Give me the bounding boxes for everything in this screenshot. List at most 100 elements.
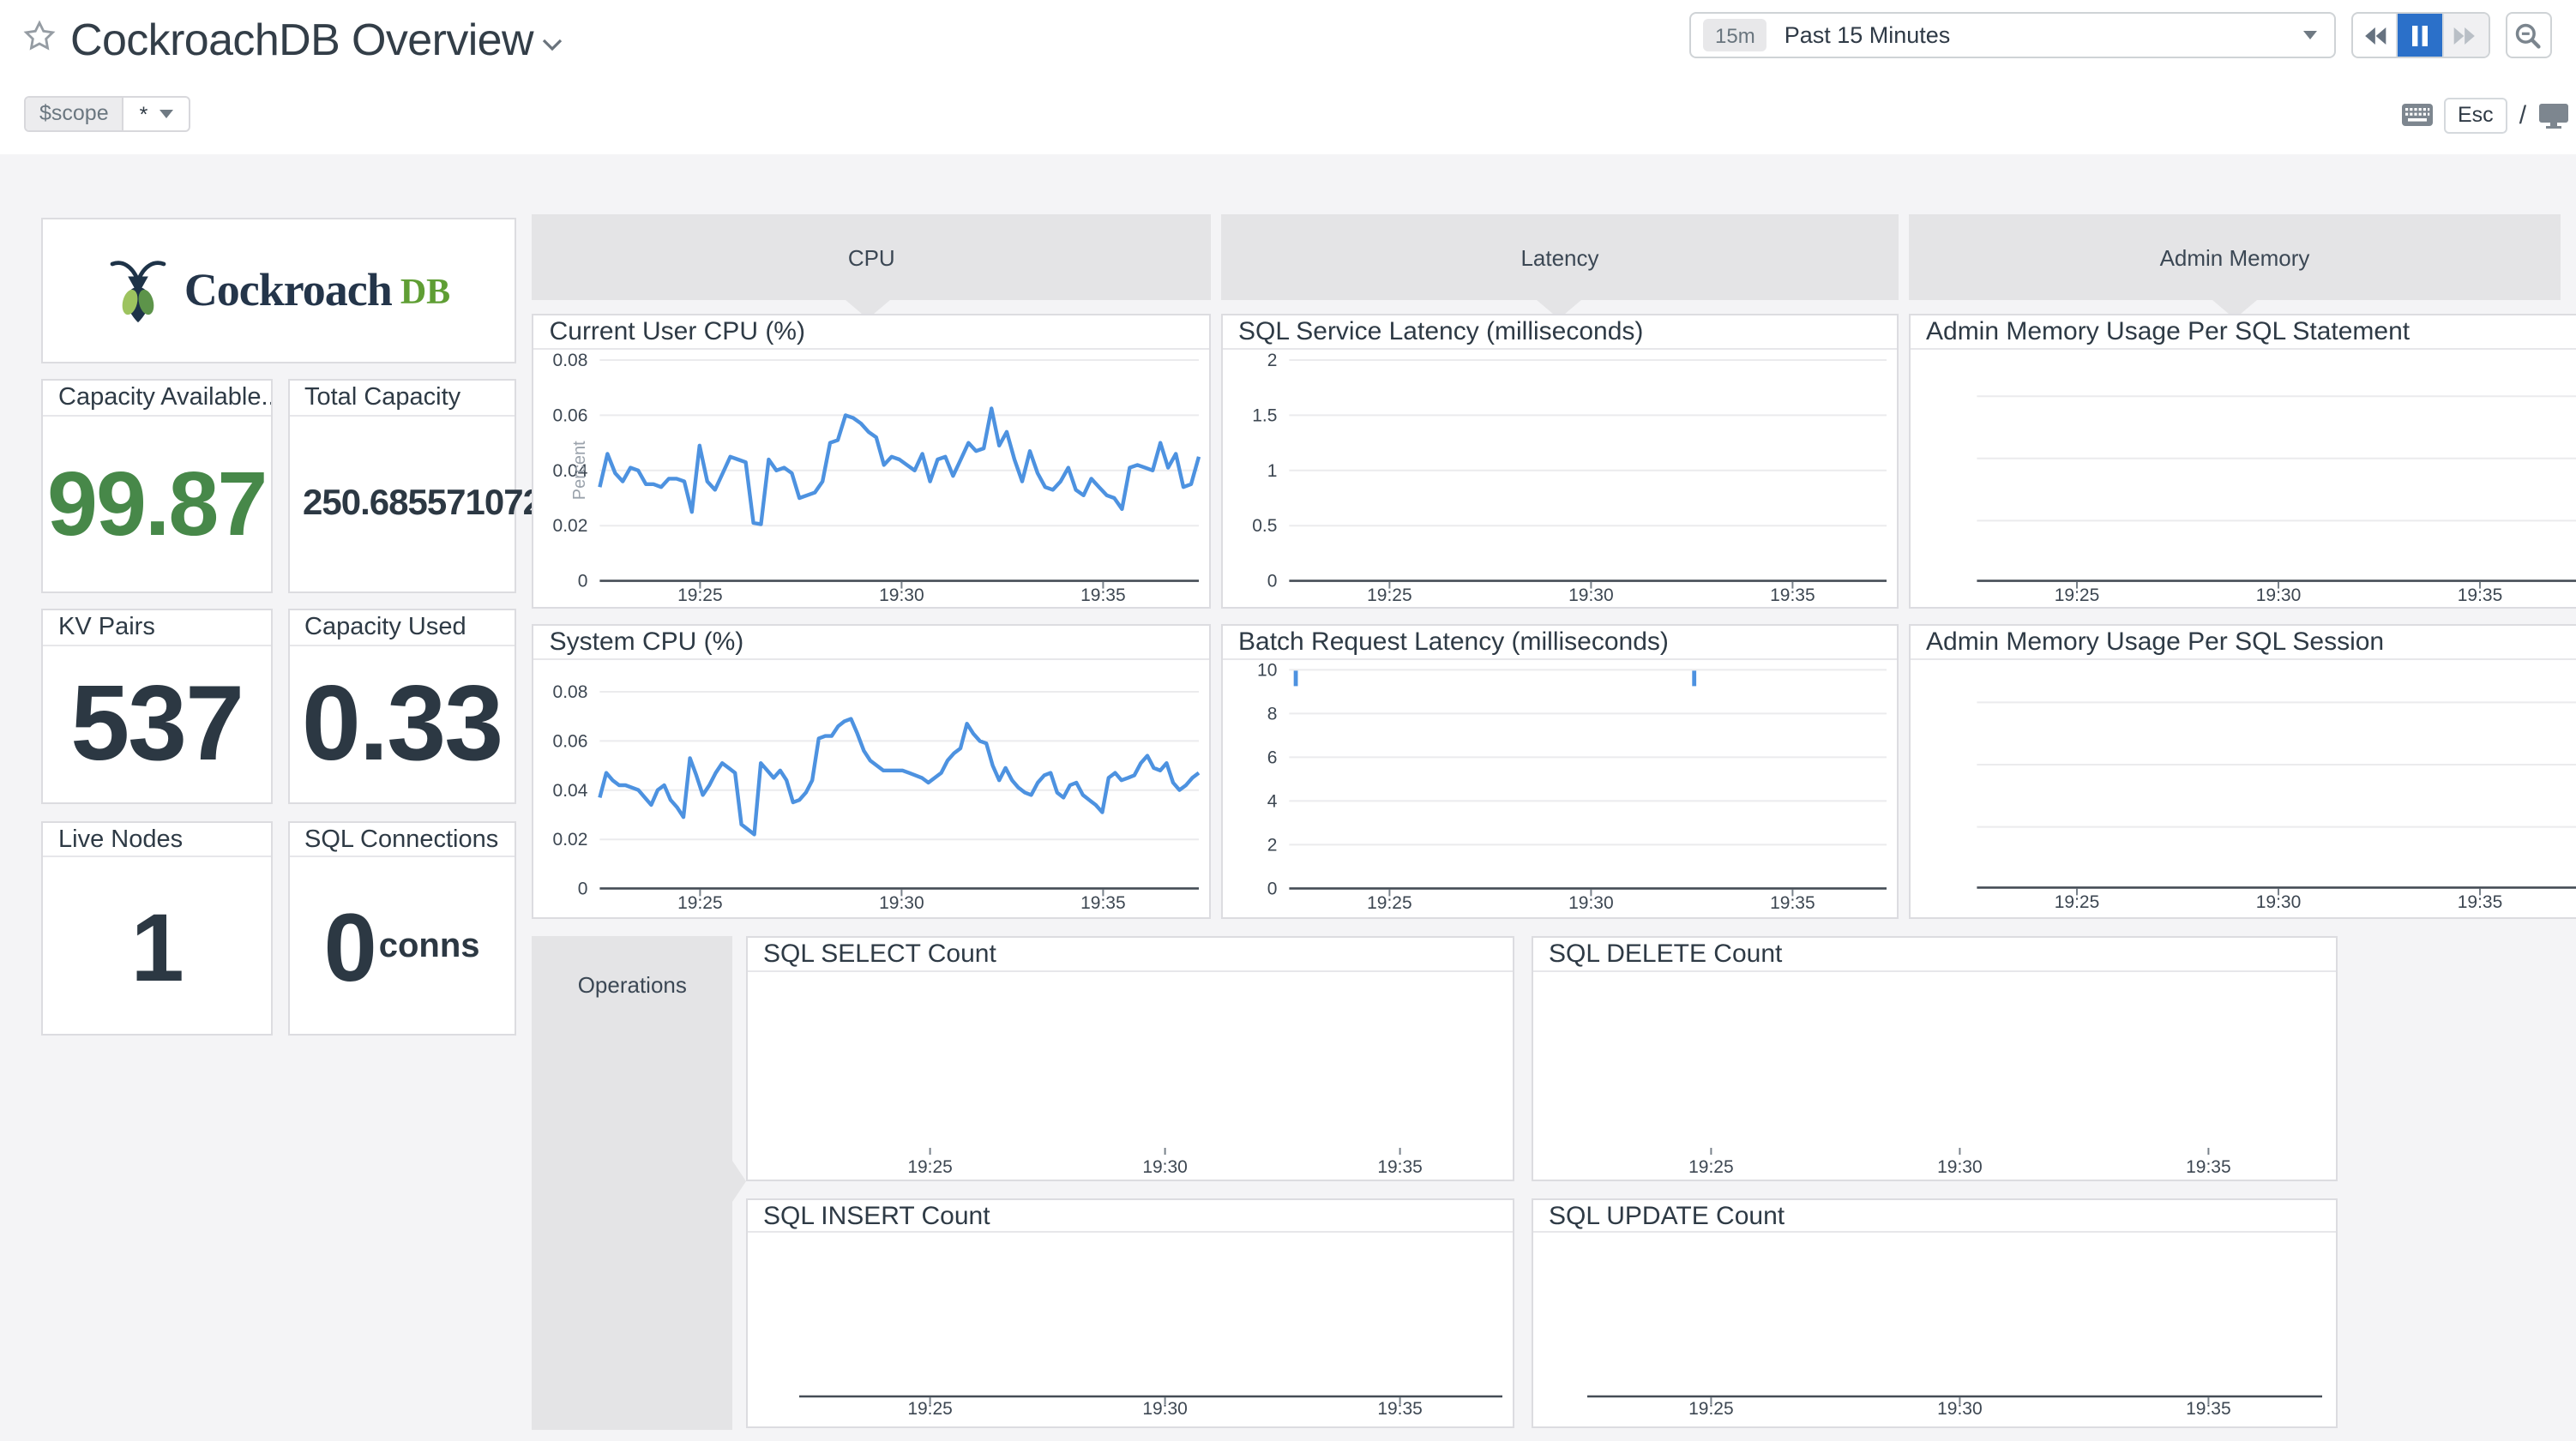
svg-text:19:25: 19:25 [678, 892, 724, 912]
group-header-admin-memory[interactable]: Admin Memory [1909, 214, 2561, 300]
svg-text:0.5: 0.5 [1252, 515, 1277, 535]
svg-text:0.02: 0.02 [553, 830, 588, 850]
time-range-label: Past 15 Minutes [1785, 22, 2303, 48]
svg-text:19:30: 19:30 [880, 585, 925, 604]
stat-card-sql-connections[interactable]: SQL Connections 0conns [287, 820, 516, 1036]
time-range-badge: 15m [1703, 19, 1767, 51]
chart-sql-insert-count[interactable]: SQL INSERT Count 19:2519:3019:35 [746, 1198, 1514, 1429]
favorite-star-icon[interactable] [22, 19, 57, 53]
chart-sql-delete-count[interactable]: SQL DELETE Count 19:2519:3019:35 [1532, 936, 2338, 1181]
svg-text:19:25: 19:25 [1688, 1156, 1734, 1176]
stat-card-capacity-available[interactable]: Capacity Available... 99.87 [41, 379, 272, 593]
svg-text:19:25: 19:25 [907, 1399, 953, 1419]
chart-sql-select-count[interactable]: SQL SELECT Count 19:2519:3019:35 [746, 936, 1514, 1181]
template-variable-name: $scope [26, 98, 124, 130]
fast-forward-icon [2453, 25, 2479, 45]
svg-text:0: 0 [1267, 879, 1278, 898]
svg-text:0: 0 [578, 571, 588, 591]
stat-value: 1 [43, 859, 270, 1034]
group-notch [732, 1161, 746, 1202]
svg-text:19:25: 19:25 [1367, 892, 1412, 912]
svg-text:0: 0 [1267, 571, 1278, 591]
caret-down-icon [159, 110, 173, 118]
svg-text:4: 4 [1267, 791, 1278, 811]
stat-card-capacity-used[interactable]: Capacity Used 0.33 [287, 609, 516, 804]
cockroachdb-logo-card[interactable]: Cockroach DB [41, 217, 516, 363]
stat-label: KV Pairs [43, 610, 270, 645]
chart-title: Admin Memory Usage Per SQL Statement [1911, 315, 2576, 349]
playback-controls [2350, 12, 2489, 58]
svg-text:0.04: 0.04 [553, 780, 588, 800]
chart-batch-request-latency[interactable]: Batch Request Latency (milliseconds) 108… [1221, 624, 1899, 918]
esc-button[interactable]: Esc [2444, 97, 2507, 133]
cockroach-bug-icon [107, 255, 171, 324]
group-label: Operations [578, 972, 687, 998]
svg-text:19:35: 19:35 [1770, 585, 1815, 604]
chart-title: Current User CPU (%) [534, 315, 1209, 349]
rewind-button[interactable] [2352, 14, 2398, 57]
stat-value: 0 [323, 891, 375, 1002]
stat-label: Capacity Available... [43, 381, 270, 416]
chart-title: SQL Service Latency (milliseconds) [1223, 315, 1897, 349]
svg-text:19:35: 19:35 [1377, 1399, 1423, 1419]
stat-label: Capacity Used [289, 610, 515, 645]
chevron-down-icon[interactable] [539, 31, 566, 58]
svg-text:19:30: 19:30 [1937, 1399, 1983, 1419]
chart-sql-service-latency[interactable]: SQL Service Latency (milliseconds) 21.51… [1221, 314, 1899, 608]
stat-card-live-nodes[interactable]: Live Nodes 1 [41, 820, 272, 1036]
svg-text:19:35: 19:35 [1081, 892, 1127, 912]
stat-card-total-capacity[interactable]: Total Capacity 250.6855710720GB [287, 379, 516, 593]
svg-text:6: 6 [1267, 748, 1278, 767]
svg-text:19:30: 19:30 [1142, 1156, 1188, 1176]
page-title: CockroachDB Overview [70, 14, 533, 67]
stat-value: 250.6855710720 [303, 484, 561, 525]
svg-text:19:30: 19:30 [2256, 585, 2302, 604]
svg-text:19:25: 19:25 [2055, 585, 2100, 604]
svg-text:0.06: 0.06 [553, 405, 588, 424]
keyboard-icon[interactable] [2401, 103, 2434, 127]
group-label: CPU [848, 244, 895, 270]
chart-sql-update-count[interactable]: SQL UPDATE Count 19:2519:3019:35 [1532, 1198, 2338, 1429]
pause-button[interactable] [2398, 14, 2443, 57]
chart-title: SQL DELETE Count [1533, 938, 2336, 971]
rewind-icon [2361, 25, 2386, 45]
svg-text:19:25: 19:25 [907, 1156, 953, 1176]
svg-text:19:30: 19:30 [2256, 892, 2302, 911]
group-header-cpu[interactable]: CPU [533, 214, 1211, 300]
svg-text:19:35: 19:35 [2458, 892, 2503, 911]
svg-text:0: 0 [578, 879, 588, 898]
svg-text:19:30: 19:30 [1568, 892, 1614, 912]
stat-label: Total Capacity [289, 381, 515, 416]
svg-text:19:35: 19:35 [2186, 1399, 2231, 1419]
svg-text:19:30: 19:30 [1142, 1399, 1188, 1419]
template-variable-scope[interactable]: $scope * [24, 96, 190, 132]
svg-text:19:35: 19:35 [1770, 892, 1815, 912]
group-header-latency[interactable]: Latency [1221, 214, 1899, 300]
svg-text:Percent: Percent [571, 440, 590, 499]
chart-system-cpu[interactable]: System CPU (%) 0.080.060.040.02019:2519:… [533, 624, 1211, 918]
slash-shortcut: / [2519, 100, 2526, 129]
logo-suffix: DB [400, 266, 450, 314]
chart-admin-memory-statement[interactable]: Admin Memory Usage Per SQL Statement 19:… [1909, 314, 2576, 608]
svg-text:0.08: 0.08 [553, 681, 588, 701]
chart-current-user-cpu[interactable]: Current User CPU (%) 0.080.060.040.02019… [533, 314, 1211, 608]
chart-admin-memory-session[interactable]: Admin Memory Usage Per SQL Session 19:25… [1909, 624, 2576, 918]
caret-down-icon [2303, 31, 2317, 39]
stat-card-kv-pairs[interactable]: KV Pairs 537 [41, 609, 272, 804]
svg-text:0.02: 0.02 [553, 515, 588, 535]
chart-title: Batch Request Latency (milliseconds) [1223, 626, 1897, 659]
stat-value: 0.33 [289, 647, 515, 802]
time-range-selector[interactable]: 15m Past 15 Minutes [1689, 12, 2336, 58]
svg-text:19:30: 19:30 [1568, 585, 1614, 604]
monitor-icon[interactable] [2538, 102, 2569, 128]
svg-text:0.08: 0.08 [553, 351, 588, 369]
chart-title: System CPU (%) [534, 626, 1209, 659]
logo-wordmark: Cockroach [184, 263, 392, 316]
zoom-out-button[interactable] [2505, 12, 2551, 58]
svg-text:19:25: 19:25 [1367, 585, 1412, 604]
stat-value: 537 [43, 647, 270, 802]
group-label: Admin Memory [2160, 244, 2310, 270]
group-header-operations[interactable]: Operations [533, 936, 732, 1429]
group-label: Latency [1520, 244, 1598, 270]
fast-forward-button[interactable] [2442, 14, 2488, 57]
